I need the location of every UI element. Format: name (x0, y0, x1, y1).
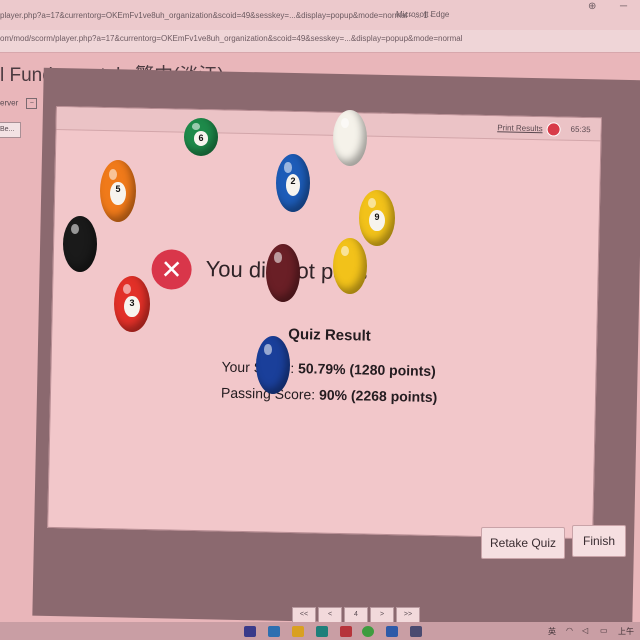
ball-2-blue-icon: 2 (276, 154, 310, 212)
pager-first[interactable]: << (292, 607, 316, 623)
retake-quiz-button[interactable]: Retake Quiz (481, 527, 565, 559)
ball-10-blue-icon (256, 336, 290, 394)
left-panel-button[interactable]: Be... (0, 122, 21, 138)
ball-6-green-icon: 6 (184, 118, 218, 156)
taskbar-app-icon[interactable] (268, 626, 280, 637)
address-bar[interactable]: om/mod/scorm/player.php?a=17&currentorg=… (0, 30, 640, 53)
taskbar-app-icon[interactable] (340, 626, 352, 637)
collapse-icon[interactable]: − (26, 98, 38, 109)
screen: player.php?a=17&currentorg=OKEmFv1ve8uh_… (0, 0, 640, 640)
left-panel-label: erver − (0, 98, 38, 109)
ball-white-icon (333, 110, 367, 166)
finish-button[interactable]: Finish (572, 525, 626, 557)
pager-prev[interactable]: < (318, 607, 342, 623)
zoom-icon[interactable]: ⊕ (588, 0, 596, 14)
battery-icon[interactable]: ▭ (600, 626, 608, 635)
browser-app-name: Microsoft Edge (396, 10, 450, 19)
clock-text: 上午 (618, 627, 634, 636)
ime-indicator[interactable]: 英 (548, 626, 556, 637)
print-results-link[interactable]: Print Results (497, 123, 543, 133)
volume-icon[interactable]: ◁ (582, 626, 588, 635)
url-text: om/mod/scorm/player.php?a=17&currentorg=… (0, 34, 463, 43)
chrome-icon[interactable] (362, 626, 374, 637)
folder-icon[interactable] (292, 626, 304, 637)
passing-score-line: Passing Score: 90% (2268 points) (221, 385, 438, 406)
result-title: Quiz Result (288, 325, 371, 345)
timer-icon (546, 122, 561, 137)
ball-7-maroon-icon (266, 244, 300, 302)
browser-title-text: player.php?a=17&currentorg=OKEmFv1ve8uh_… (0, 11, 433, 20)
left-label-text: erver (0, 98, 19, 108)
minimize-icon[interactable]: ─ (620, 0, 627, 14)
ball-8-black-icon (63, 216, 97, 272)
fail-icon: ✕ (151, 249, 193, 290)
pager-next[interactable]: > (370, 607, 394, 623)
ball-3-red-icon: 3 (114, 276, 150, 332)
taskbar-app-icon[interactable] (386, 626, 398, 637)
browser-title-bar: player.php?a=17&currentorg=OKEmFv1ve8uh_… (0, 0, 640, 30)
ball-5-orange-icon: 5 (100, 160, 136, 222)
taskbar: 英 ◠ ◁ ▭ 上午 (0, 622, 640, 640)
ball-9-yellow-stripe-icon: 9 (359, 190, 395, 246)
taskbar-app-icon[interactable] (410, 626, 422, 637)
passing-value: 90% (2268 points) (318, 386, 438, 406)
your-score-line: Your Score: 50.79% (1280 points) (221, 359, 436, 379)
ball-1-yellow-icon (333, 238, 367, 294)
timer-text: 65:35 (570, 124, 591, 135)
score-value: 50.79% (1280 points) (297, 360, 436, 380)
taskbar-app-icon[interactable] (316, 626, 328, 637)
quiz-status: ✕ You did not pass (151, 249, 368, 293)
wifi-icon[interactable]: ◠ (566, 626, 573, 635)
pager-current[interactable]: 4 (344, 607, 368, 623)
pager-last[interactable]: >> (396, 607, 420, 623)
taskbar-app-icon[interactable] (244, 626, 256, 637)
